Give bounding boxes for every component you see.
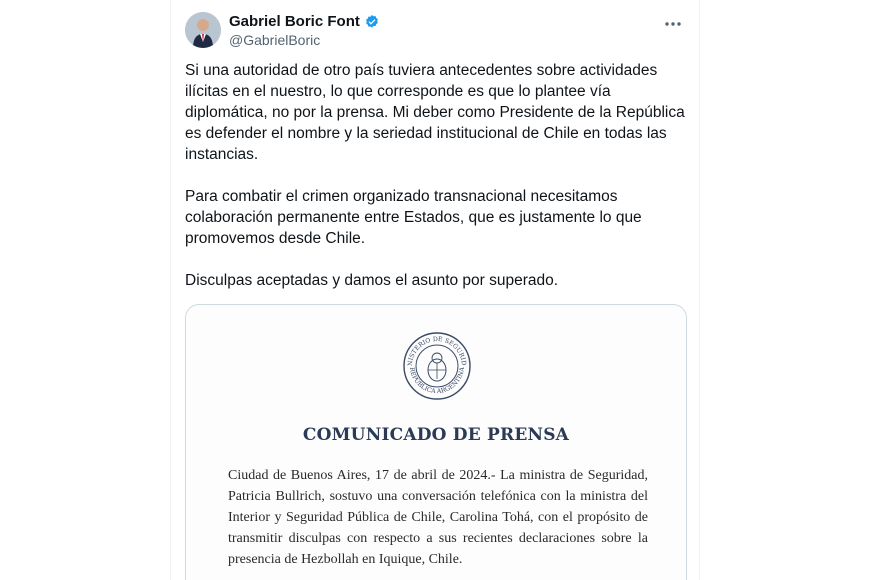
author-name-row: Gabriel Boric Font: [229, 13, 380, 30]
document-title: COMUNICADO DE PRENSA: [302, 425, 570, 445]
author-handle[interactable]: @GabrielBoric: [229, 32, 320, 48]
tweet-media-image[interactable]: MINISTERIO DE SEGURIDAD REPÚBLICA ARGENT…: [185, 304, 687, 580]
tweet-header: Gabriel Boric Font @GabrielBoric: [185, 12, 687, 52]
tweet-text: Si una autoridad de otro país tuviera an…: [185, 60, 685, 312]
ministry-seal-icon: MINISTERIO DE SEGURIDAD REPÚBLICA ARGENT…: [402, 331, 471, 400]
avatar[interactable]: [185, 12, 221, 48]
verified-badge-icon: [365, 14, 378, 28]
more-options-icon[interactable]: [663, 14, 683, 34]
tweet-paragraph: Si una autoridad de otro país tuviera an…: [185, 62, 685, 163]
author-name[interactable]: Gabriel Boric Font: [229, 13, 360, 30]
document-body: Ciudad de Buenos Aires, 17 de abril de 2…: [228, 468, 648, 567]
tweet-card: Gabriel Boric Font @GabrielBoric Si una …: [170, 0, 700, 580]
tweet-paragraph: Disculpas aceptadas y damos el asunto po…: [185, 272, 559, 289]
tweet-paragraph: Para combatir el crimen organizado trans…: [185, 188, 642, 247]
